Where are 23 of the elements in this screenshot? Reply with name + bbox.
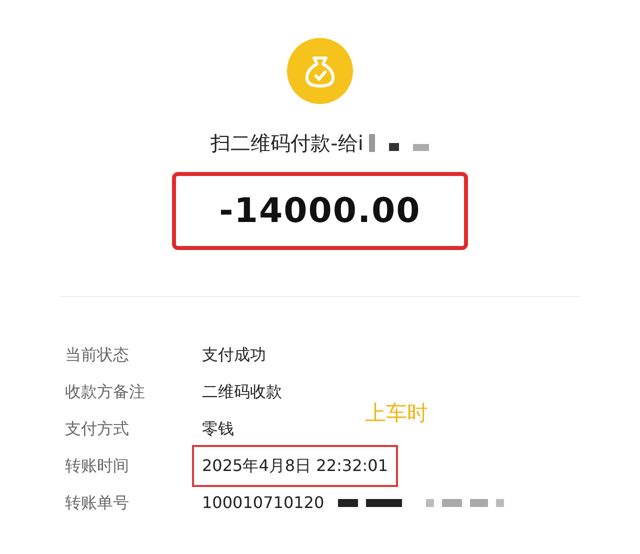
payment-title: 扫二维码付款-给i	[210, 130, 364, 157]
detail-value: 零钱	[202, 418, 234, 440]
redaction-mark	[426, 498, 434, 506]
redaction-mark	[369, 134, 376, 152]
redaction-mark	[442, 498, 462, 506]
detail-value: 二维码收款	[202, 380, 282, 402]
redaction-mark	[366, 498, 402, 506]
detail-value: 2025年4月8日 22:32:01	[192, 444, 398, 486]
amount-text: -14000.00	[219, 190, 421, 232]
redaction-mark	[496, 498, 504, 506]
money-bag-icon	[287, 38, 353, 104]
redaction-mark	[338, 498, 358, 506]
detail-value: 100010710120	[202, 492, 324, 514]
redaction-mark	[413, 144, 430, 150]
detail-label: 转账单号	[65, 492, 130, 514]
detail-label: 转账时间	[65, 454, 130, 476]
detail-label: 当前状态	[65, 344, 130, 366]
detail-label: 支付方式	[65, 418, 130, 440]
redaction-mark	[389, 143, 400, 151]
redaction-mark	[470, 498, 488, 506]
annotation-text: 上车时	[365, 400, 428, 427]
detail-value: 支付成功	[202, 344, 266, 366]
detail-label: 收款方备注	[65, 380, 146, 402]
